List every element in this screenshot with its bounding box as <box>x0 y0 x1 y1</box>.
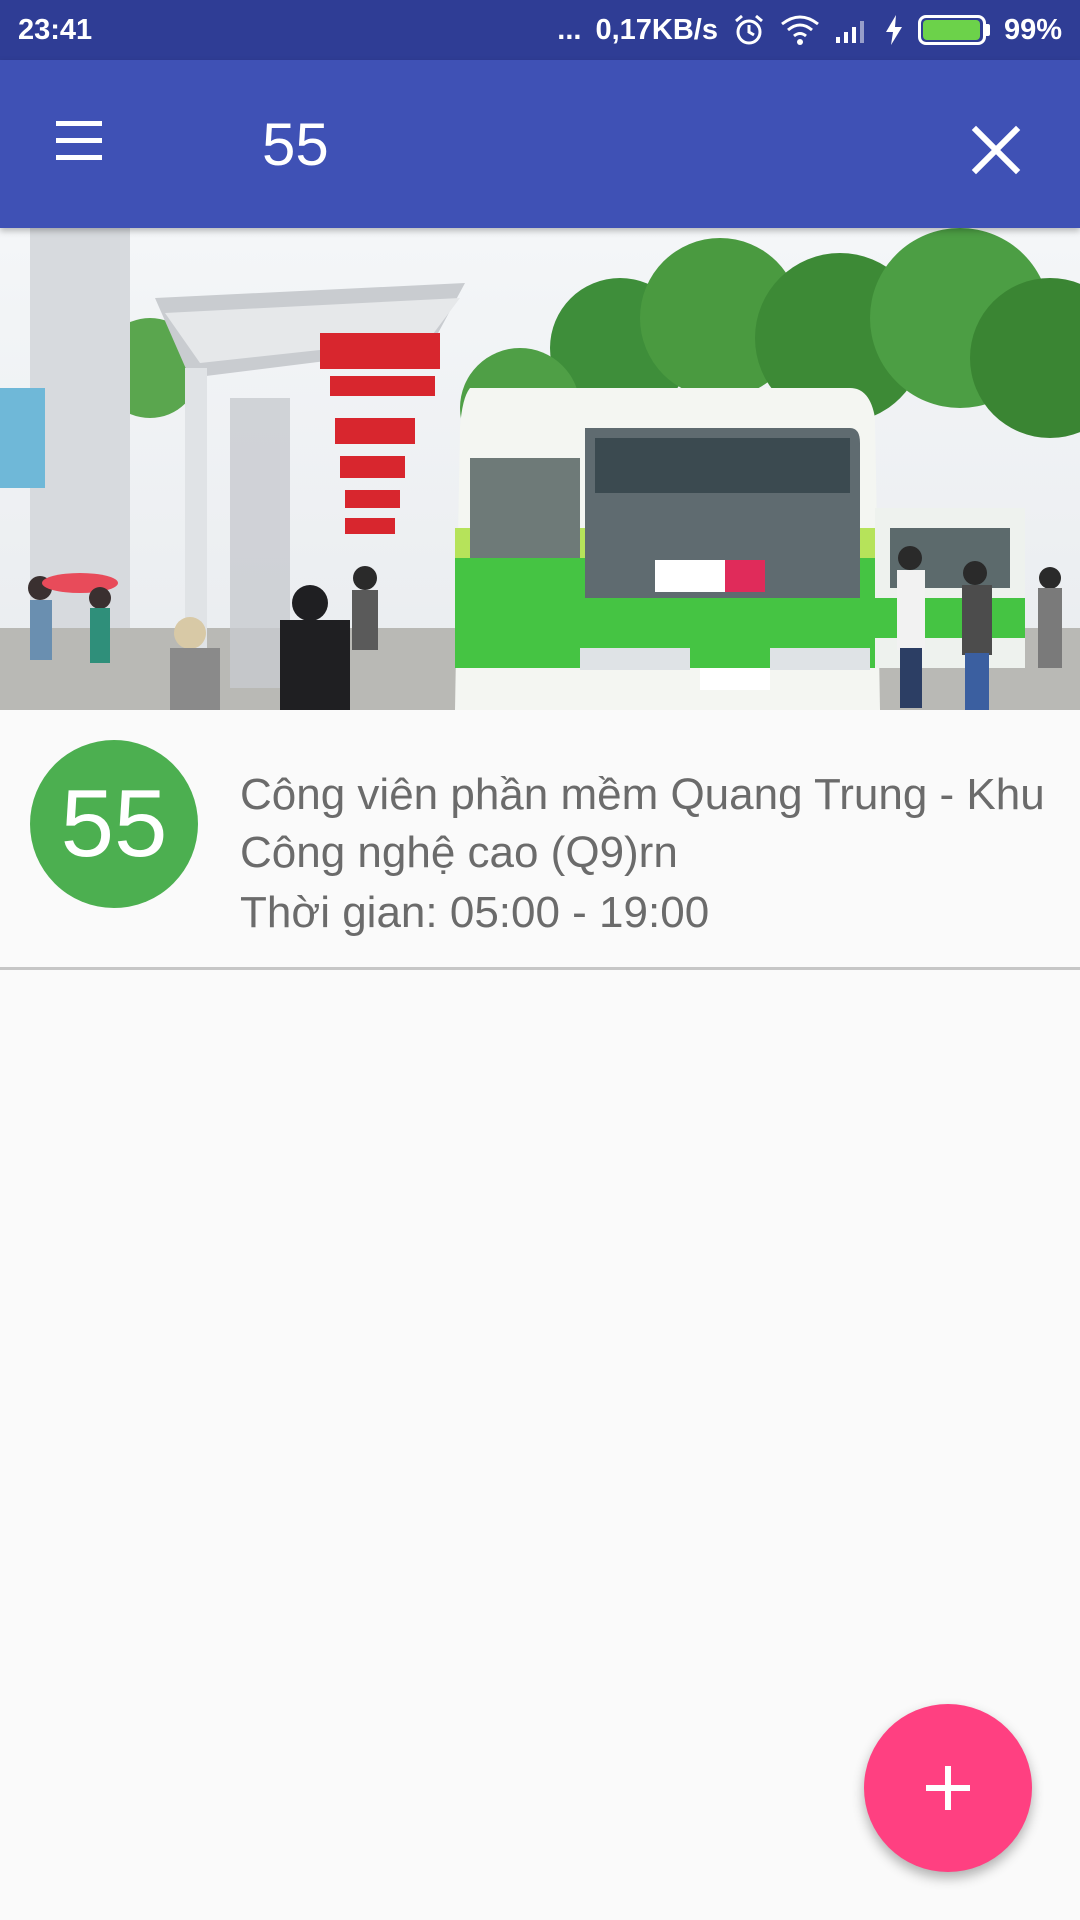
menu-line <box>56 138 102 143</box>
wifi-icon <box>780 14 820 46</box>
battery-body <box>917 15 986 45</box>
route-list-item[interactable]: 55 Công viên phần mềm Quang Trung - Khu … <box>0 710 1080 970</box>
status-right-group: ... 0,17KB/s 99% <box>557 13 1062 47</box>
battery-icon <box>917 15 990 45</box>
status-time: 23:41 <box>18 13 93 46</box>
route-name-line1: Công viên phần mềm Quang Trung - Khu <box>240 770 1045 819</box>
close-icon[interactable] <box>960 114 1032 186</box>
bus-station-banner-image <box>0 228 1080 710</box>
route-name-line2: Công nghệ cao (Q9)rn <box>240 828 678 877</box>
route-time-label: Thời gian: <box>240 888 450 937</box>
charging-icon <box>884 14 904 46</box>
signal-icon <box>834 15 870 45</box>
menu-line <box>56 155 102 160</box>
search-input[interactable] <box>262 100 902 188</box>
route-operating-time: Thời gian: 05:00 - 19:00 <box>240 888 709 938</box>
menu-line <box>56 121 102 126</box>
battery-percent: 99% <box>1003 13 1062 46</box>
hamburger-menu-icon[interactable] <box>46 115 110 171</box>
route-time-value: 05:00 - 19:00 <box>449 888 710 937</box>
add-button[interactable] <box>864 1704 1032 1872</box>
alarm-icon <box>732 13 766 47</box>
route-name: Công viên phần mềm Quang Trung - Khu Côn… <box>240 766 1080 882</box>
app-bar <box>0 60 1080 228</box>
battery-fill <box>922 20 981 40</box>
status-bar: 23:41 ... 0,17KB/s 99% <box>0 0 1080 60</box>
plus-icon <box>926 1766 970 1810</box>
network-speed: 0,17KB/s <box>595 13 718 46</box>
route-number-badge: 55 <box>30 740 198 908</box>
battery-tip <box>985 24 990 36</box>
status-dots: ... <box>557 13 582 46</box>
